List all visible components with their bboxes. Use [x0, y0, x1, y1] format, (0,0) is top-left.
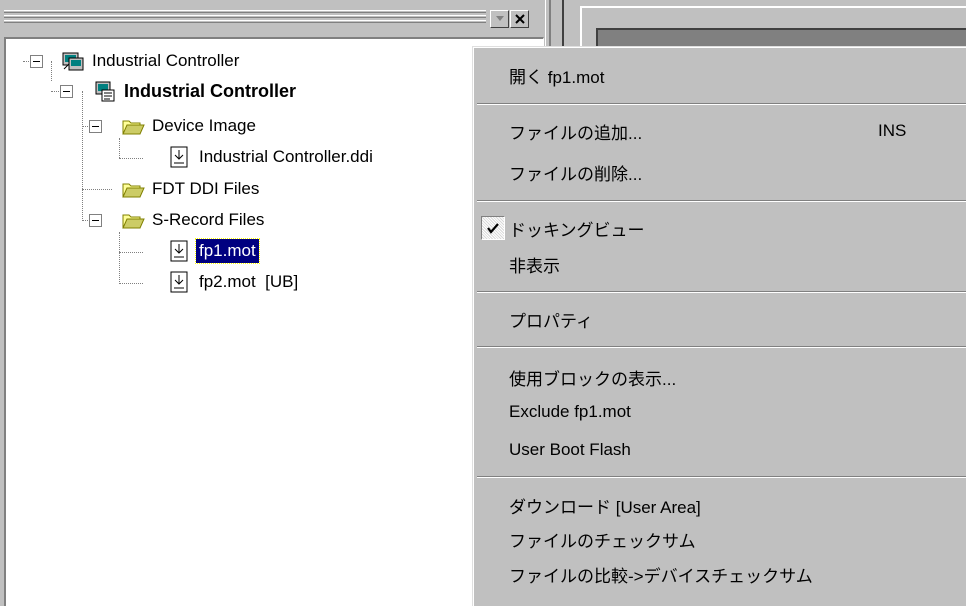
tree-connector — [119, 232, 120, 284]
tree-node-fp1-mot[interactable]: fp1.mot — [168, 237, 260, 265]
menu-item-compare-checksum[interactable]: ファイルの比較->デバイスチェックサム — [475, 557, 966, 591]
menu-item-label: ファイルの追加... — [509, 123, 643, 143]
menu-separator — [477, 103, 966, 105]
menu-item-download-user-area[interactable]: ダウンロード [User Area] — [475, 488, 966, 522]
pane-title-bar[interactable] — [0, 0, 545, 36]
menu-item-docking-view[interactable]: ドッキングビュー — [475, 211, 966, 245]
menu-item-label: ファイルのチェックサム — [509, 531, 696, 551]
menu-item-label: 非表示 — [509, 256, 560, 276]
tree-node-s-record-files[interactable]: S-Record Files — [121, 206, 267, 234]
menu-item-label: ドッキングビュー — [509, 220, 645, 240]
collapse-toggle[interactable] — [30, 55, 43, 68]
tree-node-workspace[interactable]: Industrial Controller — [61, 47, 242, 75]
menu-separator — [477, 200, 966, 202]
project-workspace-icon — [62, 52, 84, 71]
folder-open-icon — [122, 214, 145, 229]
workspace-tree-view[interactable]: Industrial Controller Industrial Control… — [4, 37, 544, 606]
tree-node-project[interactable]: Industrial Controller — [93, 77, 299, 105]
menu-item-file-checksum[interactable]: ファイルのチェックサム — [475, 522, 966, 556]
checkmark-icon — [487, 223, 499, 234]
menu-item-label: 使用ブロックの表示... — [509, 369, 677, 389]
triangle-down-icon — [495, 16, 504, 21]
pane-grip-line — [4, 20, 486, 23]
tree-connector — [82, 189, 112, 190]
download-file-icon — [170, 271, 188, 293]
menu-item-remove-file[interactable]: ファイルの削除... — [475, 155, 966, 189]
project-icon — [95, 81, 115, 102]
tree-node-label: FDT DDI Files — [152, 179, 260, 198]
menu-item-add-file[interactable]: ファイルの追加... INS — [475, 114, 966, 148]
menu-item-label: User Boot Flash — [509, 440, 631, 459]
tree-node-fdt-ddi-files[interactable]: FDT DDI Files — [121, 175, 262, 203]
pane-grip-line — [4, 10, 486, 13]
tree-node-label: fp2.mot [UB] — [199, 272, 299, 291]
menu-item-label: ファイルの削除... — [509, 164, 643, 184]
menu-item-label: 開く fp1.mot — [509, 67, 605, 87]
download-file-icon — [170, 146, 188, 168]
download-file-icon — [170, 240, 188, 262]
close-pane-button[interactable] — [510, 10, 529, 28]
tree-node-label: Industrial Controller.ddi — [199, 147, 373, 166]
close-icon — [514, 14, 525, 24]
tree-connector — [119, 252, 143, 253]
tree-connector — [119, 283, 143, 284]
menu-separator — [477, 291, 966, 293]
tree-node-label: S-Record Files — [152, 210, 265, 229]
checkmark-box — [481, 216, 505, 240]
folder-open-icon — [122, 120, 145, 135]
tree-node-device-image[interactable]: Device Image — [121, 112, 259, 140]
menu-item-hide[interactable]: 非表示 — [475, 247, 966, 281]
dropdown-button[interactable] — [490, 10, 509, 28]
collapse-toggle[interactable] — [60, 85, 73, 98]
menu-item-label: ファイルの比較->デバイスチェックサム — [509, 566, 813, 586]
menu-item-label: Exclude fp1.mot — [509, 402, 631, 421]
folder-open-icon — [122, 183, 145, 198]
tree-node-ddi-file[interactable]: Industrial Controller.ddi — [168, 143, 376, 171]
menu-item-label: ダウンロード [User Area] — [509, 497, 701, 517]
tree-connector — [119, 158, 143, 159]
collapse-toggle[interactable] — [89, 120, 102, 133]
tree-connector — [51, 61, 52, 81]
menu-item-label: プロパティ — [509, 311, 593, 331]
pane-grip-line — [4, 15, 486, 18]
menu-item-user-boot-flash[interactable]: User Boot Flash — [475, 433, 966, 467]
tree-node-fp2-mot[interactable]: fp2.mot [UB] — [168, 268, 301, 296]
menu-item-show-used-blocks[interactable]: 使用ブロックの表示... — [475, 360, 966, 394]
tree-connector — [82, 91, 83, 221]
menu-item-exclude[interactable]: Exclude fp1.mot — [475, 395, 966, 429]
menu-separator — [477, 346, 966, 348]
context-menu: 開く fp1.mot ファイルの追加... INS ファイルの削除... ドッキ… — [472, 46, 966, 606]
menu-item-open[interactable]: 開く fp1.mot — [475, 58, 966, 92]
tree-node-label: Industrial Controller — [92, 51, 240, 70]
menu-item-properties[interactable]: プロパティ — [475, 302, 966, 336]
menu-item-shortcut: INS — [878, 121, 907, 140]
collapse-toggle[interactable] — [89, 214, 102, 227]
tree-node-label: fp1.mot — [195, 238, 260, 264]
tree-node-label: Device Image — [152, 116, 256, 135]
tree-node-label: Industrial Controller — [124, 81, 297, 101]
tree-connector — [119, 138, 120, 158]
menu-separator — [477, 476, 966, 478]
